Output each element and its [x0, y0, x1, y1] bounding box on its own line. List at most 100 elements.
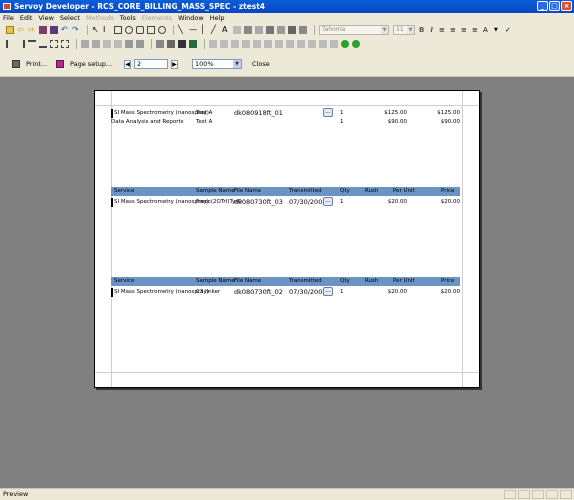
form-view-icon[interactable] [189, 40, 197, 48]
tab-sequence-icon[interactable] [275, 40, 283, 48]
open-folder-icon[interactable] [6, 26, 14, 34]
align-left-icon[interactable]: ≡ [439, 26, 447, 34]
forward-arrow-icon[interactable]: ⇨ [28, 26, 36, 34]
anchor-all-icon[interactable] [253, 40, 261, 48]
debug-icon[interactable] [297, 40, 305, 48]
bold-button[interactable]: B [419, 26, 424, 34]
center-horizontal-icon[interactable] [50, 40, 58, 48]
menu-view[interactable]: View [38, 14, 53, 22]
table-row[interactable]: Data Analysis and Reports Test A 1 $90.0… [111, 118, 460, 127]
zoom-select[interactable]: 100% ▼ [192, 59, 242, 69]
align-right-icon[interactable]: ≡ [461, 26, 469, 34]
page-number-field[interactable]: 2 [134, 59, 168, 69]
snap-icon[interactable] [167, 40, 175, 48]
back-arrow-icon[interactable]: ⇦ [17, 26, 25, 34]
record-icon[interactable] [319, 40, 327, 48]
close-window-button[interactable]: × [561, 1, 572, 11]
next-page-button[interactable]: ▶ [171, 59, 178, 69]
previous-page-button[interactable]: ◀ [124, 59, 131, 69]
menu-file[interactable]: File [3, 14, 14, 22]
table-view-icon[interactable] [178, 40, 186, 48]
circle-tool-icon[interactable] [158, 26, 166, 34]
preview-icon[interactable] [330, 40, 338, 48]
anchor-right-icon[interactable] [220, 40, 228, 48]
same-height-icon[interactable] [92, 40, 100, 48]
group-tool-icon[interactable] [299, 26, 307, 34]
find-icon[interactable] [308, 40, 316, 48]
print-button[interactable]: Print... [12, 60, 47, 68]
page-setup-button[interactable]: Page setup... [56, 60, 112, 68]
horizontal-line-tool-icon[interactable]: — [189, 26, 197, 34]
qty-cell: 1 [340, 199, 344, 205]
minimize-button[interactable]: _ [537, 1, 548, 11]
vertical-line-tool-icon[interactable]: │ [200, 26, 208, 34]
italic-button[interactable]: I [430, 26, 433, 34]
diagonal-line-tool-icon[interactable]: ╱ [211, 26, 219, 34]
shape-tool-icon[interactable] [233, 26, 241, 34]
ungroup-icon[interactable] [136, 40, 144, 48]
portal-tool-icon[interactable] [277, 26, 285, 34]
bean-tool-icon[interactable] [266, 26, 274, 34]
menu-tools[interactable]: Tools [120, 14, 136, 22]
menu-methods[interactable]: Methods [86, 14, 114, 22]
anchor-left-icon[interactable] [209, 40, 217, 48]
font-family-combo[interactable]: Tahoma ▼ [319, 25, 389, 35]
align-center-icon[interactable]: ≡ [450, 26, 458, 34]
menu-window[interactable]: Window [178, 14, 204, 22]
bring-to-front-icon[interactable] [103, 40, 111, 48]
undo-icon[interactable]: ↶ [61, 26, 69, 34]
details-button[interactable]: ... [323, 197, 333, 206]
status-cell [504, 490, 516, 499]
properties-icon[interactable] [286, 40, 294, 48]
table-row[interactable]: SI Mass Spectrometry (nanospray) Test A … [111, 108, 460, 118]
chart-tool-icon[interactable] [255, 26, 263, 34]
line-tool-icon[interactable]: ╲ [178, 26, 186, 34]
text-cursor-tool-icon[interactable]: I [103, 26, 111, 34]
align-top-edges-icon[interactable] [28, 40, 36, 48]
label-tool-icon[interactable]: A [222, 26, 230, 34]
save-all-icon[interactable] [50, 26, 58, 34]
details-button[interactable]: ... [323, 108, 333, 117]
status-cell [518, 490, 530, 499]
font-color-icon[interactable]: A [483, 26, 491, 34]
group-icon[interactable] [125, 40, 133, 48]
format-painter-icon[interactable]: ✓ [505, 26, 513, 34]
split-pane-tool-icon[interactable] [288, 26, 296, 34]
table-row[interactable]: SI Mass Spectrometry (nanospray) Fmoc(2O… [111, 197, 460, 207]
align-right-edges-icon[interactable] [17, 40, 25, 48]
redo-icon[interactable]: ↷ [72, 26, 80, 34]
menu-elements[interactable]: Elements [142, 14, 172, 22]
menu-help[interactable]: Help [210, 14, 225, 22]
dropdown-arrow-icon[interactable]: ▼ [494, 26, 502, 34]
chevron-down-icon: ▼ [407, 26, 414, 34]
table-row[interactable]: SI Mass Spectrometry (nanospray) C3 link… [111, 287, 460, 297]
menu-edit[interactable]: Edit [20, 14, 33, 22]
tab-tool-icon[interactable] [147, 26, 155, 34]
price-cell: $20.00 [440, 289, 460, 295]
font-size-combo[interactable]: 11 ▼ [393, 25, 415, 35]
font-size-value: 11 [396, 26, 404, 33]
run-icon[interactable] [341, 40, 349, 48]
align-bottom-edges-icon[interactable] [39, 40, 47, 48]
justify-icon[interactable]: ≡ [472, 26, 480, 34]
oval-tool-icon[interactable] [125, 26, 133, 34]
preview-canvas[interactable]: SI Mass Spectrometry (nanospray) Test A … [0, 77, 574, 488]
close-preview-button[interactable]: Close [252, 60, 270, 68]
align-left-edges-icon[interactable] [6, 40, 14, 48]
rounded-rectangle-tool-icon[interactable] [136, 26, 144, 34]
send-to-back-icon[interactable] [114, 40, 122, 48]
image-tool-icon[interactable] [244, 26, 252, 34]
menu-select[interactable]: Select [60, 14, 80, 22]
maximize-button[interactable]: □ [549, 1, 560, 11]
run-with-icon[interactable] [352, 40, 360, 48]
pointer-tool-icon[interactable]: ↖ [92, 26, 100, 34]
anchor-top-icon[interactable] [231, 40, 239, 48]
same-width-icon[interactable] [81, 40, 89, 48]
rectangle-tool-icon[interactable] [114, 26, 122, 34]
save-icon[interactable] [39, 26, 47, 34]
anchor-bottom-icon[interactable] [242, 40, 250, 48]
center-vertical-icon[interactable] [61, 40, 69, 48]
resize-icon[interactable] [264, 40, 272, 48]
grid-icon[interactable] [156, 40, 164, 48]
details-button[interactable]: ... [323, 287, 333, 296]
